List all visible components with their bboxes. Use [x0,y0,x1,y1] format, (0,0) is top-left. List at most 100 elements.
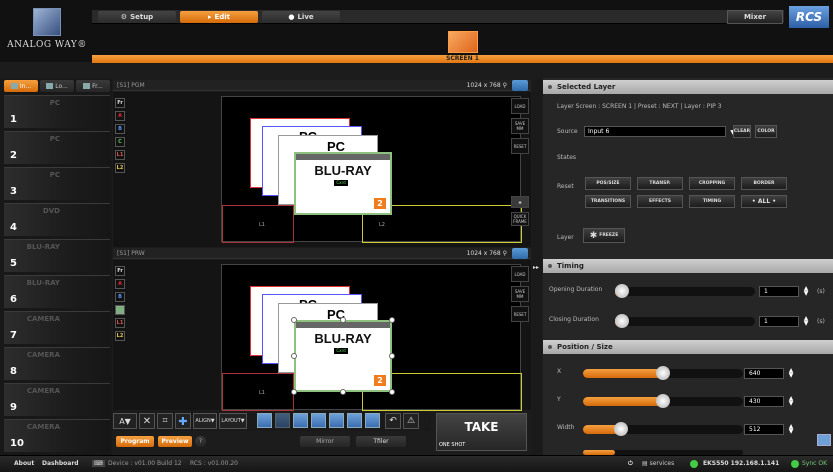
position-size-header[interactable]: Position / Size [543,340,833,354]
services-indicator[interactable]: ▤ services [642,460,674,467]
screen-thumbnail[interactable] [448,31,478,53]
reset-button[interactable]: RESET [511,306,529,322]
layer-button-a[interactable]: A [115,111,125,121]
layer-button-b[interactable]: B [115,124,125,134]
slider-knob[interactable] [614,422,629,436]
resize-handle-bl[interactable] [291,389,297,395]
opening-duration-field[interactable]: 1 [759,286,799,297]
selected-layer-header[interactable]: Selected Layer [543,80,833,94]
swap-icon[interactable] [347,413,362,428]
y-slider[interactable] [583,394,743,408]
layer-down-icon[interactable] [275,413,290,428]
slider-knob[interactable] [615,284,629,298]
layer-button-b[interactable]: B [115,292,125,302]
opening-duration-slider[interactable] [615,284,755,298]
mirror-button[interactable]: Mirror [300,436,350,447]
load-button[interactable]: LOAD [511,98,529,114]
reset-transitions-button[interactable]: TRANSITIONS [585,195,631,208]
align-left-icon[interactable] [293,413,308,428]
align-center-icon[interactable] [311,413,326,428]
align-right-icon[interactable] [329,413,344,428]
layer-up-icon[interactable] [257,413,272,428]
prw-canvas[interactable]: L1 PC PC BLU-RAY Cxrd 2 [221,264,522,411]
fit-icon[interactable]: ⌗ [157,413,173,429]
tbar-button[interactable]: Tfiler [356,436,406,447]
resize-handle-br[interactable] [389,389,395,395]
layer-button-l1[interactable]: L1 [115,150,125,160]
screen-icon[interactable] [365,413,380,428]
opening-duration-stepper[interactable]: ▲ ▼ [802,286,810,297]
reset-all-button[interactable]: • ALL • [741,195,787,208]
width-slider[interactable] [583,422,743,436]
reset-timing-button[interactable]: TIMING [689,195,735,208]
width-stepper[interactable]: ▲ ▼ [787,424,795,435]
x-slider[interactable] [583,366,743,380]
closing-duration-slider[interactable] [615,314,755,328]
about-link[interactable]: About [14,460,34,467]
layer-button-l1[interactable]: L1 [115,318,125,328]
resize-handle-tr[interactable] [389,317,395,323]
double-arrow-icon[interactable]: ▸▸ [533,264,539,271]
timing-header[interactable]: Timing [543,259,833,273]
dashboard-link[interactable]: Dashboard [42,460,79,467]
input-slot[interactable]: DVD 4 [4,203,110,236]
pip-bluray[interactable]: BLU-RAY Cxrd 2 [294,152,392,215]
slider-knob[interactable] [656,394,670,408]
input-slot[interactable]: BLU-RAY 5 [4,239,110,272]
reset-pos-size-button[interactable]: POS/SIZE [585,177,631,190]
align-dropdown[interactable]: ALIGN▼ [193,413,217,429]
center-icon[interactable]: ✚ [175,413,191,429]
input-slot[interactable]: BLU-RAY 6 [4,275,110,308]
keyboard-icon[interactable]: ⌨ [92,460,105,467]
width-field[interactable]: 512 [744,424,784,435]
tab-setup[interactable]: ⚙ Setup [98,11,176,23]
tab-live[interactable]: ● Live [262,11,340,23]
reset-transp-button[interactable]: TRANSP. [637,177,683,190]
take-button[interactable]: TAKE ONE SHOT [436,413,527,451]
zoom-icon[interactable]: ⚲ [503,250,507,257]
color-button[interactable]: COLOR [755,125,777,138]
y-stepper[interactable]: ▲ ▼ [787,396,795,407]
layer-button-fr[interactable]: Fr [115,98,125,108]
camera-icon[interactable] [512,248,528,259]
resize-handle-t[interactable] [340,317,346,323]
layer-button-c[interactable]: C [115,137,125,147]
input-slot[interactable]: PC 3 [4,167,110,200]
clear-button[interactable]: CLEAR [733,125,751,138]
mixer-button[interactable]: Mixer [727,10,783,24]
panel-collapse-strip[interactable]: ▸▸ [532,78,542,455]
reset-cropping-button[interactable]: CROPPING [689,177,735,190]
quick-frame-button[interactable]: QUICK FRAME [511,212,529,226]
reset-effects-button[interactable]: EFFECTS [637,195,683,208]
monitor-icon[interactable] [817,434,831,446]
slider-knob[interactable] [615,314,629,328]
undo-icon[interactable]: ↶ [385,413,401,429]
resize-handle-l[interactable] [291,353,297,359]
fullscreen-icon[interactable]: ✕ [139,413,155,429]
freeze-button[interactable]: ✱ FREEZE [583,228,625,243]
zoom-icon[interactable]: ⚲ [503,82,507,89]
program-button[interactable]: Program [116,436,154,447]
source-select[interactable]: Input 6▼ [584,126,735,137]
input-slot[interactable]: PC 1 [4,95,110,128]
input-slot[interactable]: CAMERA 10 [4,419,110,452]
layer-button-l2[interactable]: L2 [115,163,125,173]
x-stepper[interactable]: ▲ ▼ [787,368,795,379]
camera-icon[interactable] [512,80,528,91]
resize-handle-b[interactable] [340,389,346,395]
y-field[interactable]: 430 [744,396,784,407]
tab-inputs[interactable]: In... [4,80,38,92]
layer-button-fr[interactable]: Fr [115,266,125,276]
layer-button-a[interactable]: A [115,279,125,289]
power-icon[interactable]: ⏻ [628,460,633,468]
save-mm-button[interactable]: SAVE MM [511,286,529,302]
layer-select[interactable]: A▼ [113,413,137,429]
resize-handle-tl[interactable] [291,317,297,323]
layout-dropdown[interactable]: LAYOUT▼ [219,413,247,429]
help-icon[interactable]: ? [195,436,206,447]
pip-bluray-selected[interactable]: BLU-RAY Cxrd 2 [294,320,392,392]
tab-edit[interactable]: ▸ Edit [180,11,258,23]
reset-border-button[interactable]: BORDER [741,177,787,190]
preview-button[interactable]: Preview [158,436,192,447]
layer-button-c[interactable]: C [115,305,125,315]
